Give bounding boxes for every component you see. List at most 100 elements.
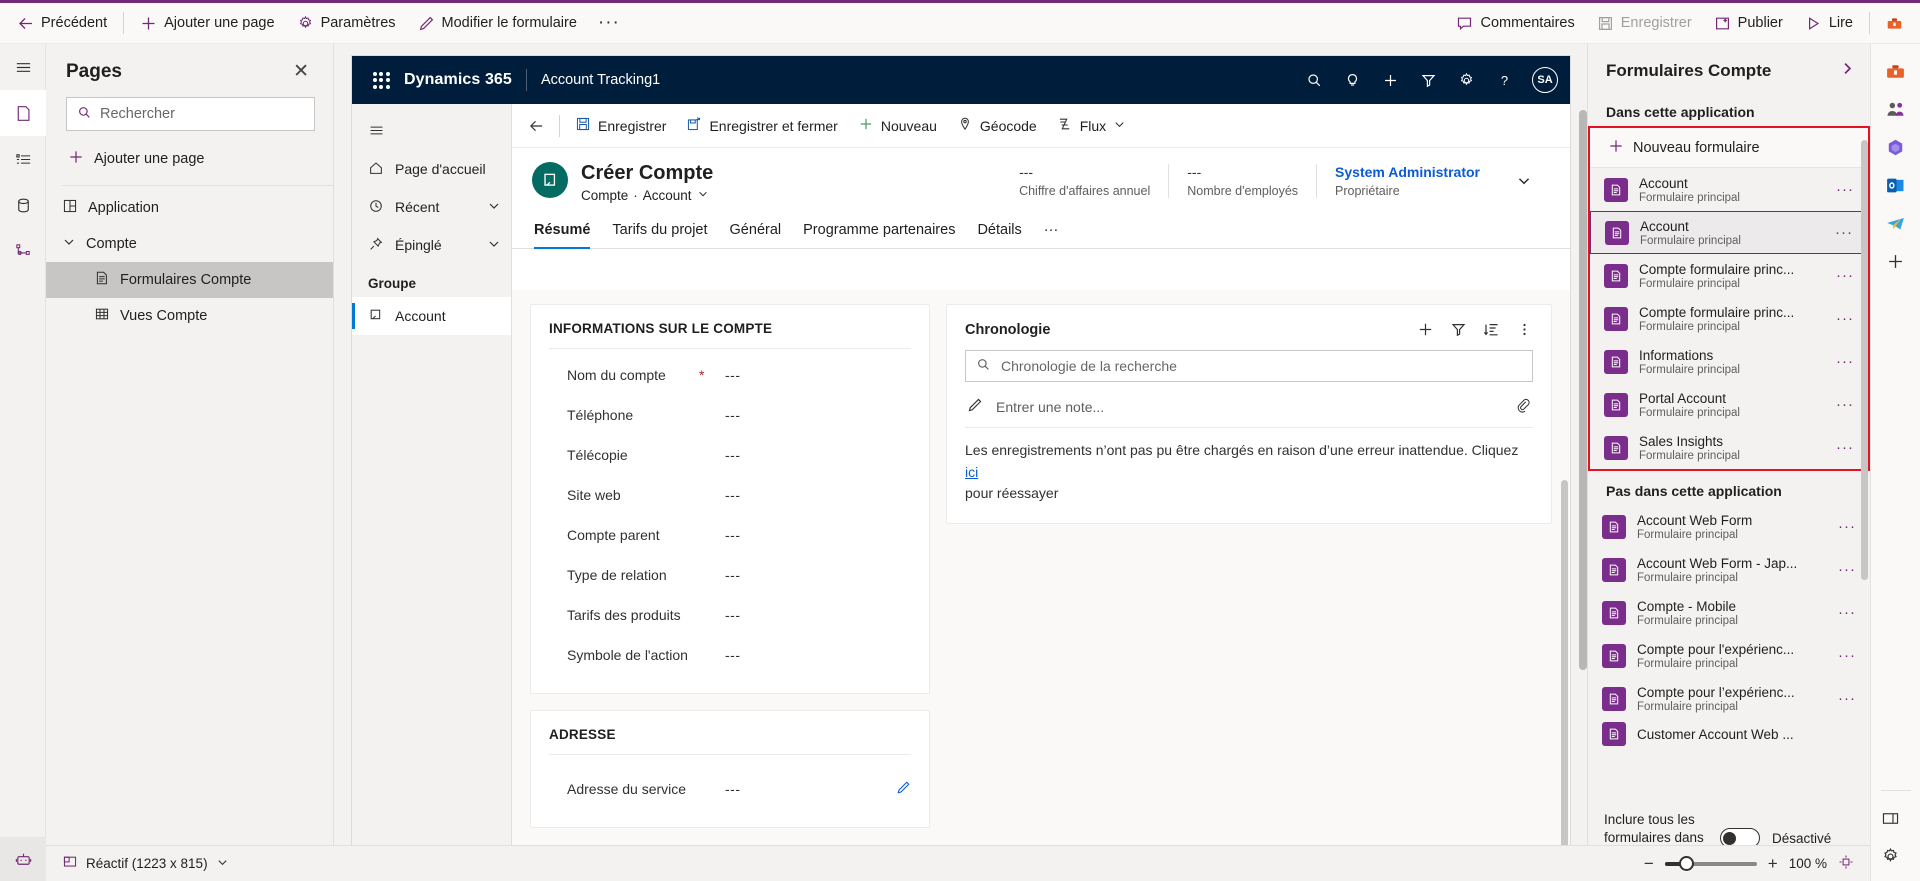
- tab-general[interactable]: Général: [719, 213, 793, 248]
- form-flow-button[interactable]: Flux: [1047, 109, 1136, 143]
- form-new-button[interactable]: Nouveau: [848, 109, 947, 143]
- database-icon[interactable]: [0, 182, 46, 228]
- zoom-out-button[interactable]: −: [1644, 855, 1654, 872]
- timeline-search-box[interactable]: Chronologie de la recherche: [965, 350, 1533, 382]
- screen-size-selector[interactable]: Réactif (1223 x 815): [62, 854, 229, 873]
- settings-button[interactable]: Paramètres: [286, 6, 407, 40]
- nav-item-account[interactable]: Account: [352, 297, 511, 335]
- form-list-item[interactable]: Sales Insights Formulaire principal ···: [1590, 426, 1868, 469]
- timeline-note-input[interactable]: Entrer une note...: [965, 392, 1533, 428]
- more-vertical-icon[interactable]: [1516, 321, 1533, 338]
- form-item-menu-icon[interactable]: ···: [1830, 181, 1860, 198]
- form-save-close-button[interactable]: Enregistrer et fermer: [676, 109, 847, 143]
- hamburger-icon[interactable]: [352, 110, 511, 150]
- tab-programme-partenaires[interactable]: Programme partenaires: [792, 213, 966, 248]
- gear-icon[interactable]: [1450, 64, 1482, 96]
- close-icon[interactable]: ✕: [287, 60, 315, 83]
- header-expand-button[interactable]: [1498, 164, 1550, 198]
- paperclip-icon[interactable]: [1515, 397, 1531, 416]
- new-form-button[interactable]: Nouveau formulaire: [1590, 128, 1868, 168]
- edit-form-button[interactable]: Modifier le formulaire: [407, 6, 588, 40]
- form-field-row[interactable]: Télécopie ---: [549, 435, 911, 475]
- add-app-icon[interactable]: [1877, 242, 1915, 280]
- data-list-icon[interactable]: [0, 136, 46, 182]
- edit-address-icon[interactable]: [896, 780, 911, 798]
- form-list-item[interactable]: Account Formulaire principal ···: [1590, 168, 1868, 211]
- zoom-slider[interactable]: [1664, 855, 1757, 871]
- form-list-item[interactable]: Compte formulaire princ... Formulaire pr…: [1590, 254, 1868, 297]
- timeline-retry-link[interactable]: ici: [965, 464, 978, 480]
- flow-tree-icon[interactable]: [0, 228, 46, 274]
- tab-details[interactable]: Détails: [966, 213, 1032, 248]
- filter-icon[interactable]: [1412, 64, 1444, 96]
- form-geocode-button[interactable]: Géocode: [947, 109, 1047, 143]
- form-list-item[interactable]: Customer Account Web ...: [1588, 720, 1870, 748]
- pages-icon[interactable]: [0, 90, 46, 136]
- canvas-scrollbar[interactable]: [1579, 52, 1587, 845]
- comments-button[interactable]: Commentaires: [1445, 6, 1585, 40]
- fit-screen-icon[interactable]: [1838, 854, 1854, 873]
- plus-icon[interactable]: [1417, 321, 1434, 338]
- chevron-right-icon[interactable]: [1839, 60, 1856, 82]
- command-overflow-button[interactable]: ···: [588, 12, 630, 34]
- play-button[interactable]: Lire: [1794, 6, 1864, 40]
- form-field-row[interactable]: Type de relation ---: [549, 555, 911, 595]
- outlook-icon[interactable]: [1877, 166, 1915, 204]
- tab-tarifs-du-projet[interactable]: Tarifs du projet: [601, 213, 718, 248]
- hamburger-icon[interactable]: [0, 44, 46, 90]
- form-field-row[interactable]: Adresse du service ---: [549, 769, 911, 809]
- sidebar-item-compte[interactable]: Compte: [46, 226, 333, 262]
- chevron-down-icon[interactable]: [487, 199, 501, 216]
- form-scrollbar[interactable]: [1561, 480, 1568, 851]
- form-list-item[interactable]: Compte pour l'expérienc... Formulaire pr…: [1588, 634, 1870, 677]
- lightbulb-icon[interactable]: [1336, 64, 1368, 96]
- form-field-row[interactable]: Nom du compte * ---: [549, 355, 911, 395]
- add-page-tree-button[interactable]: Ajouter une page: [62, 141, 323, 177]
- back-button[interactable]: Précédent: [6, 6, 118, 40]
- tab-resume[interactable]: Résumé: [532, 213, 601, 249]
- form-field-row[interactable]: Symbole de l'action ---: [549, 635, 911, 675]
- form-list-item[interactable]: Account Web Form - Jap... Formulaire pri…: [1588, 548, 1870, 591]
- search-input[interactable]: [100, 106, 304, 122]
- nav-item-pinned[interactable]: Épinglé: [352, 226, 511, 264]
- form-item-menu-icon[interactable]: ···: [1832, 647, 1862, 664]
- form-item-menu-icon[interactable]: ···: [1832, 561, 1862, 578]
- save-button[interactable]: Enregistrer: [1586, 6, 1703, 40]
- nav-item-recent[interactable]: Récent: [352, 188, 511, 226]
- form-item-menu-icon[interactable]: ···: [1832, 690, 1862, 707]
- pages-search-box[interactable]: [66, 97, 315, 131]
- robot-icon[interactable]: [0, 837, 46, 881]
- chevron-down-icon[interactable]: [487, 237, 501, 254]
- form-list-item[interactable]: Portal Account Formulaire principal ···: [1590, 383, 1868, 426]
- form-field-row[interactable]: Compte parent ---: [549, 515, 911, 555]
- panel-icon[interactable]: [1871, 799, 1909, 837]
- form-item-menu-icon[interactable]: ···: [1830, 353, 1860, 370]
- plus-icon[interactable]: [1374, 64, 1406, 96]
- form-field-row[interactable]: Téléphone ---: [549, 395, 911, 435]
- header-field-value[interactable]: System Administrator: [1335, 164, 1480, 180]
- forms-panel-scrollbar[interactable]: [1861, 110, 1868, 761]
- help-icon[interactable]: ?: [1488, 64, 1520, 96]
- form-list-item[interactable]: Informations Formulaire principal ···: [1590, 340, 1868, 383]
- form-item-menu-icon[interactable]: ···: [1830, 439, 1860, 456]
- publish-button[interactable]: Publier: [1703, 6, 1794, 40]
- chevron-down-icon[interactable]: [1113, 118, 1126, 134]
- sidebar-item-vues-compte[interactable]: Vues Compte: [46, 298, 333, 334]
- add-page-button[interactable]: Ajouter une page: [129, 6, 285, 40]
- avatar[interactable]: SA: [1532, 67, 1558, 93]
- form-item-menu-icon[interactable]: ···: [1832, 604, 1862, 621]
- form-list-item[interactable]: Compte pour l’expérienc... Formulaire pr…: [1588, 677, 1870, 720]
- chevron-down-icon[interactable]: [697, 188, 709, 203]
- form-list-item-selected[interactable]: Account Formulaire principal ···: [1590, 211, 1868, 254]
- form-list-item[interactable]: Compte formulaire princ... Formulaire pr…: [1590, 297, 1868, 340]
- form-item-menu-icon[interactable]: ···: [1830, 267, 1860, 284]
- form-save-button[interactable]: Enregistrer: [565, 109, 676, 143]
- form-back-button[interactable]: [518, 109, 554, 143]
- form-item-menu-icon[interactable]: ···: [1829, 224, 1859, 241]
- filter-icon[interactable]: [1450, 321, 1467, 338]
- people-icon[interactable]: [1877, 90, 1915, 128]
- form-field-row[interactable]: Site web ---: [549, 475, 911, 515]
- form-list-item[interactable]: Account Web Form Formulaire principal ··…: [1588, 505, 1870, 548]
- tab-overflow[interactable]: ···: [1033, 213, 1070, 248]
- sidebar-item-formulaires-compte[interactable]: Formulaires Compte: [46, 262, 333, 298]
